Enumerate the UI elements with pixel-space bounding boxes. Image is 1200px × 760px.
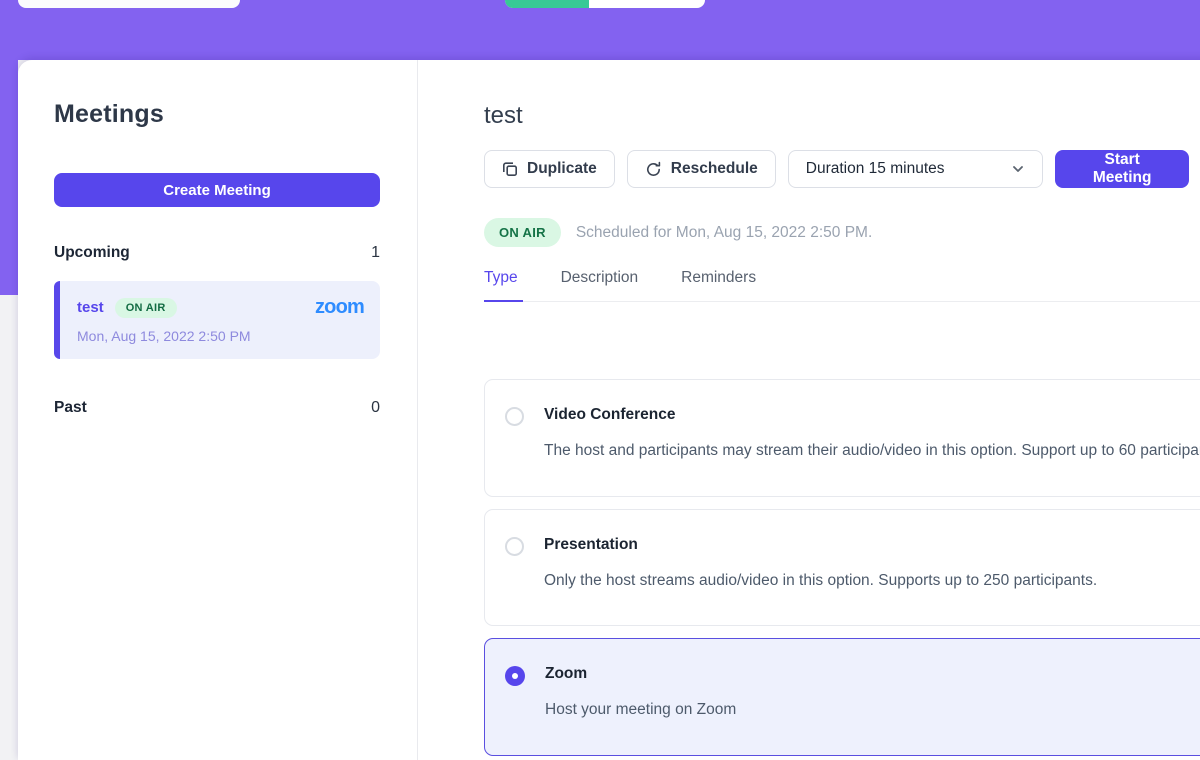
radio-unchecked-icon[interactable] xyxy=(505,407,524,426)
create-meeting-button[interactable]: Create Meeting xyxy=(54,173,380,207)
option-presentation[interactable]: Presentation Only the host streams audio… xyxy=(484,509,1200,627)
scheduled-text: Scheduled for Mon, Aug 15, 2022 2:50 PM. xyxy=(576,224,872,242)
toast-progress-bar xyxy=(505,0,589,8)
meeting-title: test xyxy=(484,102,1200,130)
radio-unchecked-icon[interactable] xyxy=(505,537,524,556)
duration-value: Duration 15 minutes xyxy=(806,160,945,178)
option-description: Host your meeting on Zoom xyxy=(545,696,736,725)
status-row: ON AIR Scheduled for Mon, Aug 15, 2022 2… xyxy=(484,218,1200,247)
option-title: Presentation xyxy=(544,536,1097,554)
on-air-badge: ON AIR xyxy=(115,298,177,318)
duplicate-button[interactable]: Duplicate xyxy=(484,150,615,188)
option-title: Zoom xyxy=(545,665,736,683)
left-purple-strip xyxy=(0,0,18,295)
content-card: Meetings Create Meeting Upcoming 1 test … xyxy=(18,60,1200,760)
toast-notification-edge xyxy=(505,0,705,8)
tab-description[interactable]: Description xyxy=(561,269,644,301)
past-section-header: Past 0 xyxy=(54,399,380,417)
option-zoom[interactable]: Zoom Host your meeting on Zoom xyxy=(484,638,1200,756)
option-description: Only the host streams audio/video in thi… xyxy=(544,567,1097,596)
zoom-logo: zoom xyxy=(315,296,364,319)
tab-type[interactable]: Type xyxy=(484,269,523,302)
meeting-name: test xyxy=(77,299,104,316)
copy-icon xyxy=(502,161,518,177)
start-meeting-button[interactable]: Start Meeting xyxy=(1055,150,1189,188)
detail-tabs: Type Description Reminders xyxy=(484,269,1200,302)
tab-reminders[interactable]: Reminders xyxy=(681,269,761,301)
refresh-icon xyxy=(645,161,662,178)
upcoming-label: Upcoming xyxy=(54,244,130,262)
sidebar-title: Meetings xyxy=(54,100,380,129)
upcoming-section-header: Upcoming 1 xyxy=(54,244,380,262)
past-label: Past xyxy=(54,399,87,417)
past-count: 0 xyxy=(371,399,380,417)
meeting-datetime: Mon, Aug 15, 2022 2:50 PM xyxy=(77,328,364,344)
meeting-detail-pane: test Duplicate Reschedul xyxy=(418,60,1200,760)
option-title: Video Conference xyxy=(544,406,1200,424)
on-air-status-badge: ON AIR xyxy=(484,218,561,247)
upcoming-count: 1 xyxy=(371,244,380,262)
duplicate-label: Duplicate xyxy=(527,160,597,178)
top-purple-band xyxy=(0,0,1200,60)
meeting-list-item[interactable]: test ON AIR zoom Mon, Aug 15, 2022 2:50 … xyxy=(54,281,380,359)
selected-indicator-bar xyxy=(54,281,60,359)
radio-checked-icon[interactable] xyxy=(505,666,525,686)
option-video-conference[interactable]: Video Conference The host and participan… xyxy=(484,379,1200,497)
chevron-down-icon xyxy=(1011,162,1025,176)
topbar-button-partial xyxy=(18,0,240,8)
toolbar: Duplicate Reschedule Duration 15 minutes xyxy=(484,150,1200,188)
option-description: The host and participants may stream the… xyxy=(544,437,1200,466)
meeting-type-options: Video Conference The host and participan… xyxy=(484,379,1200,756)
reschedule-label: Reschedule xyxy=(671,160,758,178)
meetings-sidebar: Meetings Create Meeting Upcoming 1 test … xyxy=(18,60,418,760)
reschedule-button[interactable]: Reschedule xyxy=(627,150,776,188)
duration-select[interactable]: Duration 15 minutes xyxy=(788,150,1043,188)
